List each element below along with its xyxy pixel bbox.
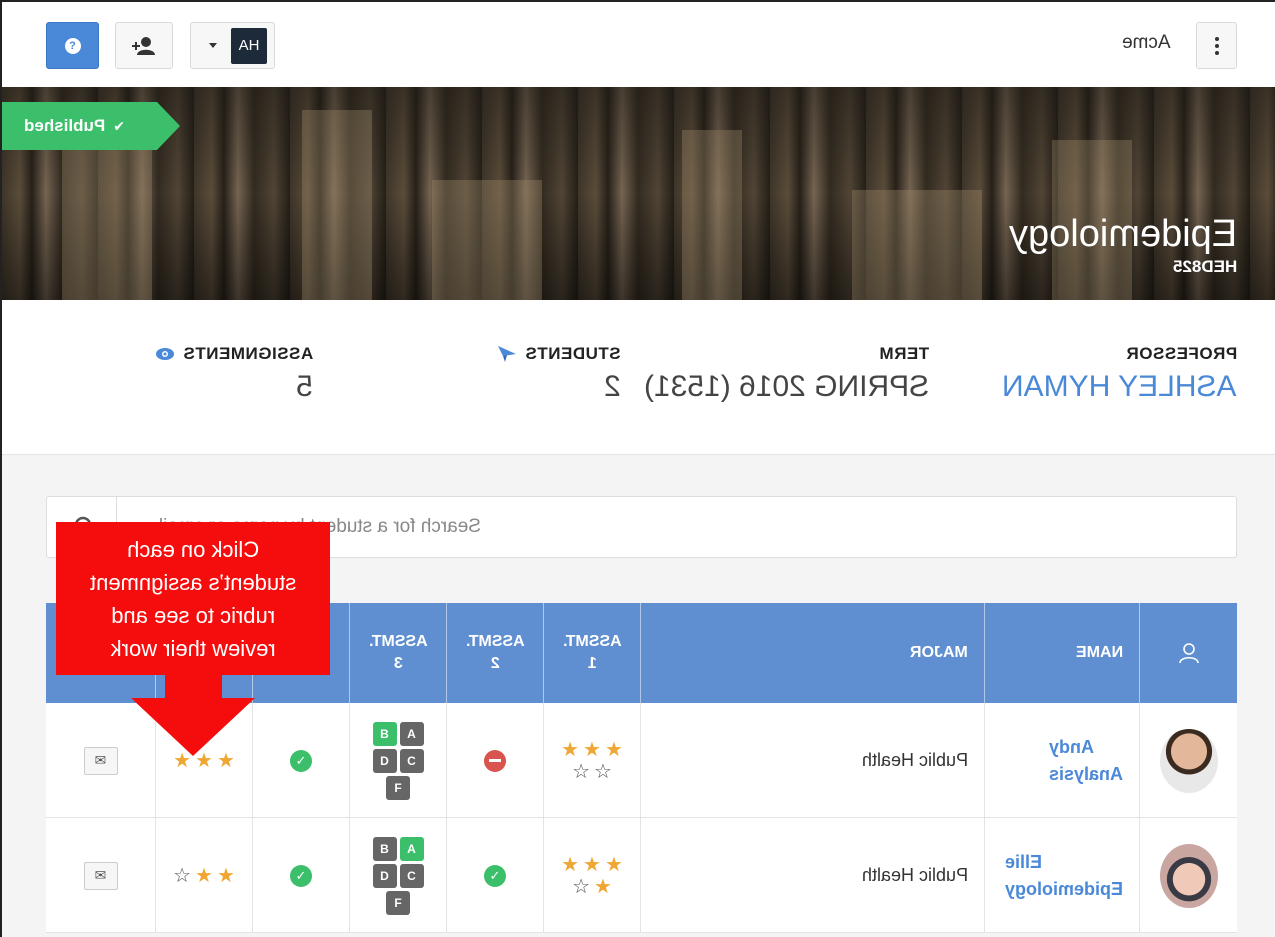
assmt-3-cell[interactable]: B A D C F bbox=[349, 703, 446, 818]
table-row[interactable]: ✉ ☆ ★ ★ ✓ B A D C F ✓ ★ ★ ★ ☆ ★ Public H… bbox=[46, 818, 1237, 933]
assmt-2-cell[interactable] bbox=[446, 703, 543, 818]
header-assmt-1[interactable]: ASSMT. 1 bbox=[543, 603, 640, 703]
app-window: ? AH Acme Published ✔ Epidemiology HED82… bbox=[0, 0, 1275, 937]
vertical-dots-icon bbox=[1214, 36, 1219, 41]
eye-icon bbox=[155, 348, 174, 360]
student-major: Public Health bbox=[861, 750, 968, 770]
stat-assignments: ASSIGNMENTS 5 bbox=[155, 344, 313, 404]
grade-c[interactable]: C bbox=[399, 748, 424, 773]
row-actions-cell: ✉ bbox=[46, 818, 155, 933]
instruction-callout: Click on each student’s assignment rubri… bbox=[56, 522, 330, 675]
stat-professor: PROFESSOR ASHLEY HYMAN bbox=[1002, 344, 1237, 404]
assmt-4-cell[interactable]: ✓ bbox=[252, 703, 349, 818]
name-cell[interactable]: Ellie Epidemiology bbox=[984, 818, 1139, 933]
header-assmt-2[interactable]: ASSMT. 2 bbox=[446, 603, 543, 703]
brand-name: Acme bbox=[1122, 32, 1171, 53]
assmt-5-cell[interactable]: ☆ ★ ★ bbox=[155, 818, 252, 933]
assmt-1-cell[interactable]: ★ ★ ★ ☆ ★ bbox=[543, 818, 640, 933]
callout-text: Click on each student’s assignment rubri… bbox=[89, 536, 297, 661]
header-major[interactable]: MAJOR bbox=[640, 603, 984, 703]
chevron-down-icon: ✔ bbox=[113, 117, 125, 134]
check-circle-icon[interactable]: ✓ bbox=[484, 864, 506, 887]
send-icon bbox=[498, 346, 517, 362]
star-filled-icon: ★ bbox=[216, 864, 235, 887]
grade-b[interactable]: B bbox=[372, 721, 397, 746]
user-menu-button[interactable]: AH bbox=[190, 22, 275, 69]
published-status-ribbon[interactable]: Published ✔ bbox=[2, 102, 180, 150]
grade-selector[interactable]: B A D C F bbox=[372, 721, 424, 800]
course-title: Epidemiology bbox=[1008, 213, 1237, 255]
assmt-4-cell[interactable]: ✓ bbox=[252, 818, 349, 933]
help-button[interactable]: ? bbox=[46, 22, 99, 69]
header-avatar bbox=[1139, 603, 1237, 703]
grade-f[interactable]: F bbox=[386, 775, 410, 800]
more-menu-button[interactable] bbox=[1196, 22, 1237, 69]
star-outline-icon: ☆ bbox=[572, 875, 590, 898]
assignments-label: ASSIGNMENTS bbox=[182, 344, 313, 363]
email-student-button[interactable]: ✉ bbox=[83, 861, 118, 890]
assmt-2-cell[interactable]: ✓ bbox=[446, 818, 543, 933]
term-value: SPRING 2016 (1531) bbox=[643, 370, 929, 403]
add-user-button[interactable] bbox=[115, 22, 173, 69]
star-rating[interactable]: ★ ★ ★ ☆ ★ bbox=[561, 855, 623, 897]
add-user-icon bbox=[132, 36, 155, 55]
grade-a[interactable]: A bbox=[399, 721, 424, 746]
student-major: Public Health bbox=[861, 865, 968, 885]
course-hero-banner: Published ✔ Epidemiology HED825 bbox=[2, 87, 1275, 300]
callout-arrow-shaft bbox=[165, 675, 222, 700]
star-rating[interactable]: ★ ★ ★ ☆ ☆ bbox=[561, 740, 623, 782]
top-bar: ? AH Acme bbox=[2, 2, 1275, 87]
check-circle-icon[interactable]: ✓ bbox=[290, 864, 312, 887]
grade-selector[interactable]: B A D C F bbox=[372, 836, 424, 915]
grade-f[interactable]: F bbox=[386, 890, 410, 915]
students-label: STUDENTS bbox=[525, 344, 621, 363]
course-stats: PROFESSOR ASHLEY HYMAN TERM SPRING 2016 … bbox=[2, 300, 1275, 455]
check-circle-icon[interactable]: ✓ bbox=[290, 749, 312, 772]
minus-circle-icon[interactable] bbox=[484, 749, 506, 772]
help-icon: ? bbox=[64, 37, 81, 54]
published-label: Published bbox=[24, 116, 106, 135]
assmt-3-cell[interactable]: B A D C F bbox=[349, 818, 446, 933]
grade-a[interactable]: A bbox=[399, 836, 424, 861]
student-avatar bbox=[1159, 728, 1218, 793]
major-cell: Public Health bbox=[640, 703, 984, 818]
grade-d[interactable]: D bbox=[372, 863, 397, 888]
stat-term: TERM SPRING 2016 (1531) bbox=[644, 344, 929, 404]
star-filled-icon: ★ bbox=[594, 875, 612, 898]
header-assmt-3[interactable]: ASSMT. 3 bbox=[349, 603, 446, 703]
star-outline-icon: ☆ bbox=[173, 864, 192, 887]
avatar-cell bbox=[1139, 818, 1237, 933]
star-outline-icon: ☆ bbox=[572, 760, 590, 783]
arrow-down-icon bbox=[131, 698, 255, 756]
assmt-1-cell[interactable]: ★ ★ ★ ☆ ☆ bbox=[543, 703, 640, 818]
caret-down-icon bbox=[209, 43, 217, 48]
user-avatar: AH bbox=[231, 27, 267, 64]
major-cell: Public Health bbox=[640, 818, 984, 933]
term-label: TERM bbox=[878, 344, 929, 363]
user-outline-icon bbox=[1178, 643, 1199, 664]
star-outline-icon: ☆ bbox=[594, 760, 612, 783]
envelope-icon: ✉ bbox=[94, 867, 107, 883]
star-filled-icon: ★ bbox=[195, 864, 213, 887]
envelope-icon: ✉ bbox=[94, 752, 107, 768]
course-code: HED825 bbox=[1172, 257, 1237, 276]
header-name[interactable]: NAME bbox=[984, 603, 1139, 703]
assignments-count: 5 bbox=[296, 370, 313, 403]
grade-d[interactable]: D bbox=[372, 748, 397, 773]
avatar-cell bbox=[1139, 703, 1237, 818]
email-student-button[interactable]: ✉ bbox=[83, 746, 118, 775]
grade-b[interactable]: B bbox=[372, 836, 397, 861]
student-name-link[interactable]: Ellie Epidemiology bbox=[1005, 849, 1123, 903]
star-rating[interactable]: ☆ ★ ★ bbox=[173, 866, 235, 886]
professor-label: PROFESSOR bbox=[1125, 344, 1237, 363]
professor-name[interactable]: ASHLEY HYMAN bbox=[1002, 370, 1237, 404]
student-name-link[interactable]: Andy Analysis bbox=[1049, 734, 1123, 788]
name-cell[interactable]: Andy Analysis bbox=[984, 703, 1139, 818]
student-avatar bbox=[1159, 843, 1218, 908]
students-count: 2 bbox=[604, 370, 621, 403]
grade-c[interactable]: C bbox=[399, 863, 424, 888]
stat-students: STUDENTS 2 bbox=[497, 344, 621, 404]
